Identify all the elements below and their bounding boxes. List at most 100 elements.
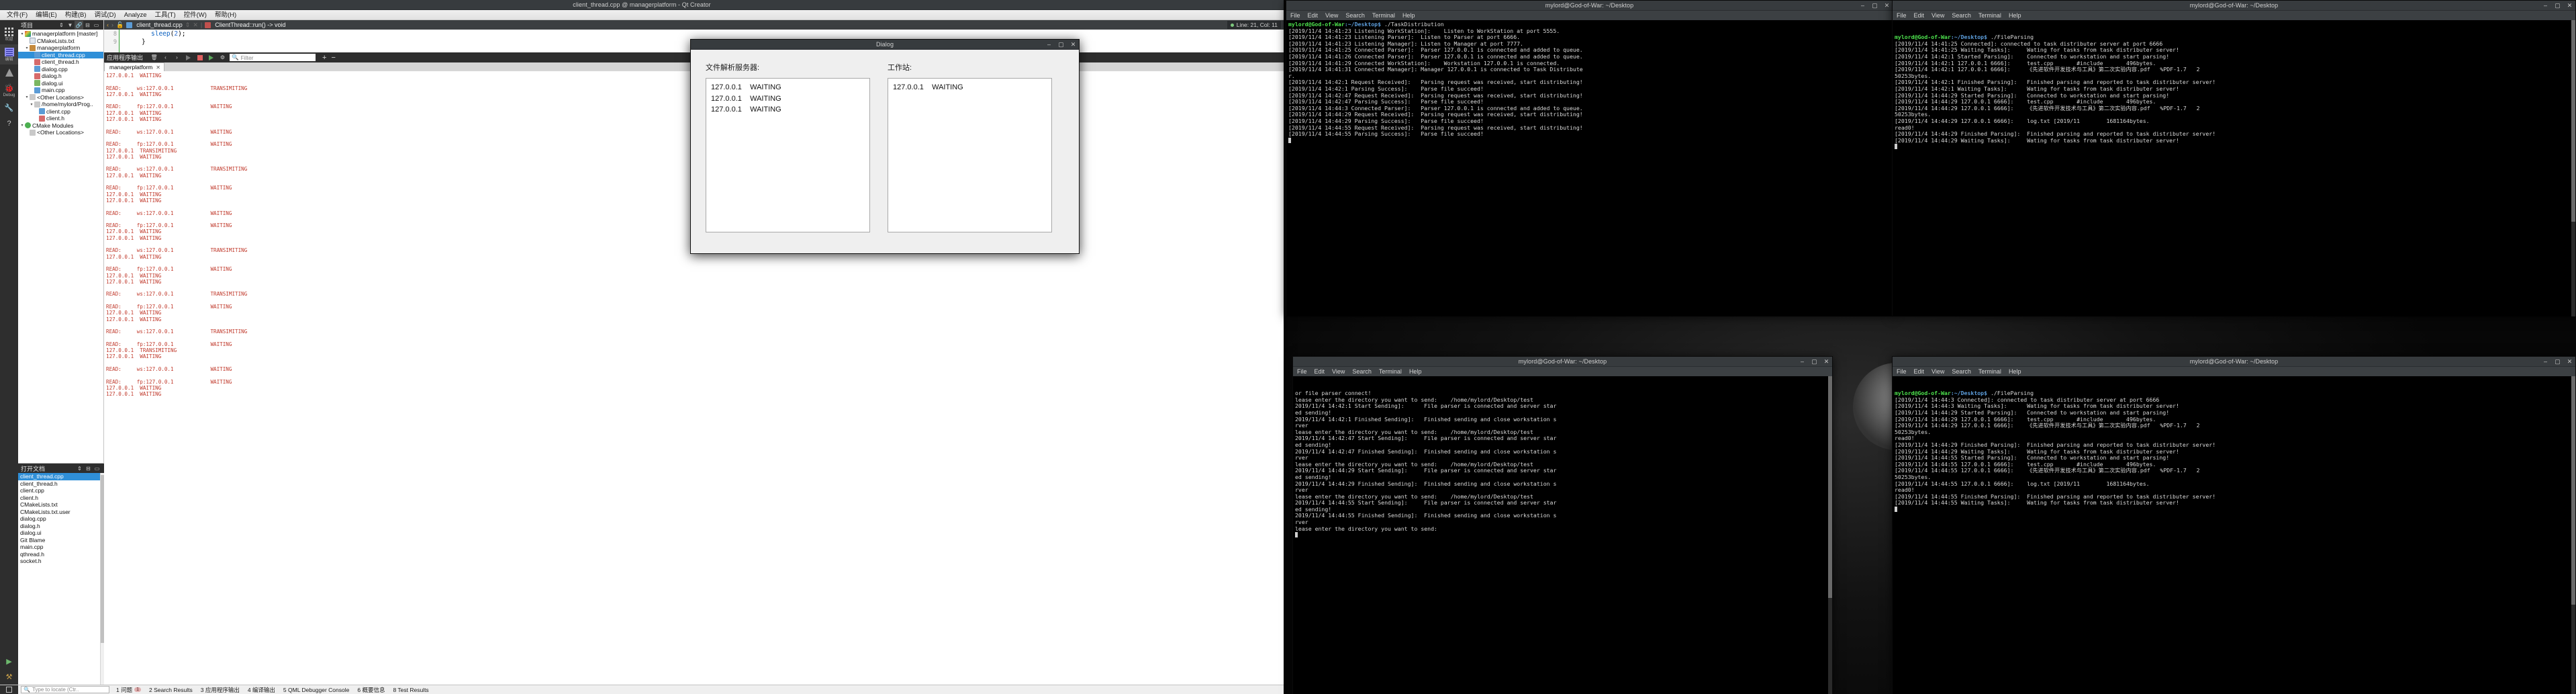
terminal-file-parsing-bottom[interactable]: mylord@God-of-War: ~/Desktop – ▢ ✕ File …: [1892, 356, 2576, 694]
minimize-icon[interactable]: –: [1860, 3, 1866, 9]
locator-input[interactable]: 🔍 Type to locate (Ctr..: [21, 686, 109, 693]
terminal-window-buttons[interactable]: – ▢ ✕: [1860, 1, 1890, 11]
terminal-scrollbar[interactable]: [2571, 20, 2575, 316]
terminal-titlebar[interactable]: mylord@God-of-War: ~/Desktop – ▢ ✕: [1893, 357, 2575, 367]
qt-creator-titlebar[interactable]: client_thread.cpp @ managerplatform - Qt…: [0, 0, 1284, 10]
open-document-item[interactable]: client.cpp: [18, 487, 104, 494]
parser-server-row[interactable]: 127.0.0.1 WAITING: [711, 82, 869, 93]
status-bar-item[interactable]: 1 问题 1: [112, 686, 145, 694]
project-pane-header[interactable]: 项目 ⇕ ▼ 🔗 ⊟ ▭: [18, 20, 103, 30]
maximize-icon[interactable]: ▢: [2555, 359, 2561, 365]
mode-selector-bar[interactable]: 欢迎 编辑 🐞 Debug 🔧 ? ▶ ⚒: [0, 20, 18, 685]
minimize-icon[interactable]: –: [2542, 3, 2548, 9]
project-tree-item[interactable]: ▾ /home/mylord/Prog..: [18, 101, 103, 108]
terminal-menu-search[interactable]: Search: [1345, 12, 1365, 19]
project-tree-item[interactable]: dialog.ui: [18, 80, 103, 87]
mode-edit[interactable]: 编辑: [0, 44, 18, 64]
terminal-menu-search[interactable]: Search: [1952, 368, 1971, 375]
status-bar-item[interactable]: 2 Search Results: [145, 687, 197, 693]
project-tree-item[interactable]: client_thread.h: [18, 58, 103, 66]
parser-server-list[interactable]: 127.0.0.1 WAITING 127.0.0.1 WAITING 127.0.…: [706, 78, 870, 232]
terminal-menu-view[interactable]: View: [1332, 368, 1345, 375]
open-document-item[interactable]: CMakeLists.txt.user: [18, 509, 104, 516]
maximize-icon[interactable]: ▢: [1058, 42, 1064, 48]
menu-analyze[interactable]: Analyze: [120, 10, 151, 20]
terminal-menu-file[interactable]: File: [1897, 12, 1907, 19]
menu-debug[interactable]: 调试(D): [90, 10, 120, 20]
terminal-menu-view[interactable]: View: [1931, 12, 1944, 19]
terminal-titlebar[interactable]: mylord@God-of-War: ~/Desktop – ▢ ✕: [1293, 357, 1832, 367]
qt-creator-window[interactable]: client_thread.cpp @ managerplatform - Qt…: [0, 0, 1284, 694]
parser-server-row[interactable]: 127.0.0.1 WAITING: [711, 93, 869, 105]
chevron-down-icon[interactable]: ▾: [29, 102, 34, 107]
status-bar-item[interactable]: 6 概要信息: [353, 686, 389, 694]
close-icon[interactable]: ✕: [1884, 3, 1890, 9]
chevron-down-icon[interactable]: ▾: [24, 46, 30, 50]
terminal-titlebar[interactable]: mylord@God-of-War: ~/Desktop – ▢ ✕: [1286, 1, 1893, 11]
settings-gear-icon[interactable]: ⚙: [218, 53, 227, 62]
terminal-file-parsing-top[interactable]: mylord@God-of-War: ~/Desktop – ▢ ✕ File …: [1892, 0, 2576, 316]
menu-tools[interactable]: 工具(T): [151, 10, 180, 20]
close-tab-icon[interactable]: ✕: [193, 21, 198, 29]
open-document-item[interactable]: main.cpp: [18, 544, 104, 551]
terminal-menu-file[interactable]: File: [1297, 368, 1307, 375]
open-document-item[interactable]: socket.h: [18, 558, 104, 565]
terminal-menu-search[interactable]: Search: [1952, 12, 1971, 19]
terminal-scrollbar[interactable]: [1828, 376, 1832, 694]
editor-tab-filename[interactable]: client_thread.cpp: [136, 21, 183, 28]
mode-build[interactable]: ⚒: [0, 669, 18, 685]
clear-output-icon[interactable]: 🗑: [150, 53, 158, 62]
terminal-menu-help[interactable]: Help: [2009, 12, 2021, 19]
terminal-menu-edit[interactable]: Edit: [1308, 12, 1319, 19]
terminal-menu-terminal[interactable]: Terminal: [1372, 12, 1395, 19]
zoom-out-icon[interactable]: −: [331, 54, 335, 62]
close-pane-icon[interactable]: ▭: [92, 21, 101, 30]
menu-help[interactable]: 帮助(H): [211, 10, 240, 20]
lock-icon[interactable]: 🔓: [116, 21, 124, 29]
workstation-list[interactable]: 127.0.0.1 WAITING: [888, 78, 1052, 232]
terminal-output[interactable]: mylord@God-of-War:~/Desktop$ ./FileParsi…: [1893, 376, 2575, 694]
minimize-icon[interactable]: –: [1799, 359, 1805, 365]
terminal-menu-edit[interactable]: Edit: [1315, 368, 1325, 375]
open-document-item[interactable]: client.h: [18, 494, 104, 502]
project-tree[interactable]: ▾ managerplatform [master] CMakeLists.txt ▾…: [18, 30, 103, 463]
open-document-item[interactable]: dialog.ui: [18, 529, 104, 537]
split-icon[interactable]: ⊟: [83, 21, 92, 30]
prev-item-icon[interactable]: ‹: [161, 53, 170, 62]
project-tree-item[interactable]: CMakeLists.txt: [18, 38, 103, 45]
code-text[interactable]: sleep(2); }: [122, 30, 186, 46]
open-document-item[interactable]: Git Blame: [18, 537, 104, 544]
qt-status-bar[interactable]: 🔍 Type to locate (Ctr.. 1 问题 1 2 Search Re…: [0, 685, 1284, 694]
terminal-menu-file[interactable]: File: [1290, 12, 1300, 19]
close-icon[interactable]: ✕: [2567, 3, 2573, 9]
terminal-menu-terminal[interactable]: Terminal: [1978, 368, 2001, 375]
next-item-icon[interactable]: ›: [173, 53, 181, 62]
mode-help[interactable]: ?: [0, 116, 18, 131]
open-document-item[interactable]: dialog.cpp: [18, 515, 104, 523]
dialog-titlebar[interactable]: Dialog – ▢ ✕: [691, 40, 1079, 50]
output-tab-managerplatform[interactable]: managerplatform ✕: [104, 62, 164, 71]
terminal-menu-help[interactable]: Help: [1402, 12, 1415, 19]
project-tree-item[interactable]: <Other Locations>: [18, 129, 103, 136]
terminal-menu-search[interactable]: Search: [1352, 368, 1372, 375]
forward-icon[interactable]: ›: [111, 21, 113, 28]
status-bar-item[interactable]: 8 Test Results: [389, 687, 432, 693]
sort-icon[interactable]: ⇕: [75, 464, 84, 473]
mode-design[interactable]: [0, 64, 18, 80]
mode-projects[interactable]: 🔧: [0, 100, 18, 116]
open-document-item[interactable]: dialog.h: [18, 523, 104, 530]
open-document-item[interactable]: CMakeLists.txt: [18, 501, 104, 509]
stop-icon[interactable]: [195, 53, 204, 62]
chevron-down-icon[interactable]: ▾: [24, 95, 30, 99]
terminal-menu-help[interactable]: Help: [1409, 368, 1422, 375]
close-icon[interactable]: ✕: [1823, 359, 1829, 365]
mode-debug[interactable]: 🐞 Debug: [0, 80, 18, 100]
project-tree-item[interactable]: ▾ managerplatform: [18, 44, 103, 52]
terminal-menu-view[interactable]: View: [1325, 12, 1338, 19]
open-document-item[interactable]: client_thread.cpp: [18, 473, 104, 480]
minimize-icon[interactable]: –: [2542, 359, 2548, 365]
maximize-icon[interactable]: ▢: [1872, 3, 1878, 9]
run-icon[interactable]: [184, 53, 193, 62]
terminal-output[interactable]: mylord@God-of-War:~/Desktop$ ./TaskDistr…: [1286, 20, 1893, 316]
tab-dropdown-icon[interactable]: ⇕: [185, 21, 191, 29]
